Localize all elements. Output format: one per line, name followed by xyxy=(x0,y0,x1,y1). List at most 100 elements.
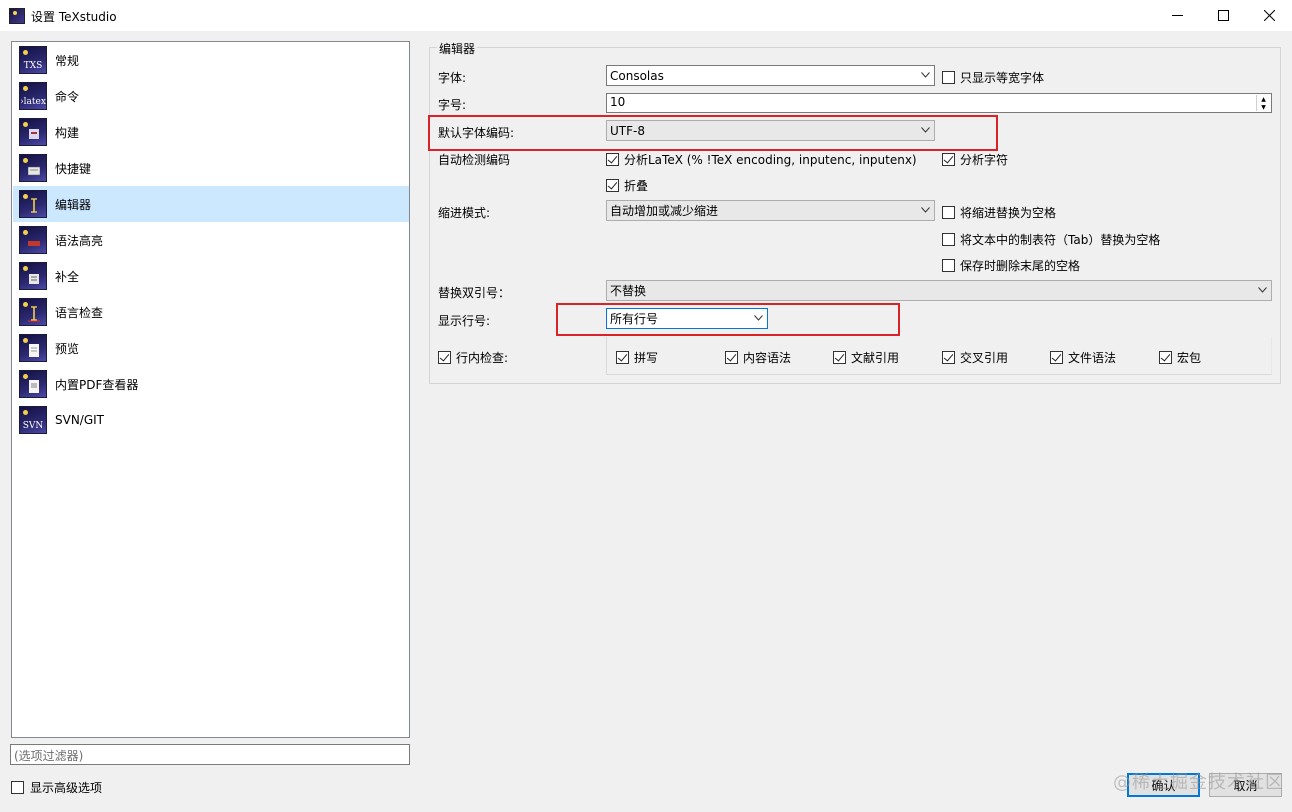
remove-trailing-label: 保存时删除末尾的空格 xyxy=(960,259,1081,273)
settings-category-list: TXS 常规 ›latex 命令 构建 快捷键 编辑器 语法高亮 补全 语言检查… xyxy=(11,41,410,738)
replace-indent-checkbox[interactable] xyxy=(942,206,955,219)
maximize-button[interactable] xyxy=(1200,0,1246,31)
inline-reference-label: 交叉引用 xyxy=(960,351,1009,365)
parse-chars-option[interactable]: 分析字符 xyxy=(942,151,1008,168)
inline-package-label: 宏包 xyxy=(1177,351,1202,365)
inline-citation-checkbox[interactable] xyxy=(833,351,846,364)
encoding-highlight-annotation xyxy=(428,115,998,151)
nav-item-preview[interactable]: 预览 xyxy=(13,330,409,366)
nav-item-svn-git[interactable]: SVN SVN/GIT xyxy=(13,402,409,438)
inline-citation-option[interactable]: 文献引用 xyxy=(833,349,899,366)
inline-spelling-option[interactable]: 拼写 xyxy=(616,349,658,366)
nav-item-completion[interactable]: 补全 xyxy=(13,258,409,294)
font-size-value: 10 xyxy=(610,95,626,109)
completion-icon xyxy=(19,262,47,290)
watermark: @稀土掘金技术社区 xyxy=(1113,772,1284,793)
nav-item-label: 构建 xyxy=(55,125,80,140)
inline-citation-label: 文献引用 xyxy=(851,351,900,365)
line-numbers-highlight-annotation xyxy=(556,303,900,336)
nav-item-commands[interactable]: ›latex 命令 xyxy=(13,78,409,114)
chevron-down-icon xyxy=(1258,287,1267,293)
font-size-spinbox[interactable]: 10 ▲ ▼ xyxy=(606,93,1272,113)
inline-spelling-checkbox[interactable] xyxy=(616,351,629,364)
nav-item-general[interactable]: TXS 常规 xyxy=(13,42,409,78)
chevron-down-icon xyxy=(921,72,930,78)
remove-trailing-checkbox[interactable] xyxy=(942,259,955,272)
nav-item-label: 语言检查 xyxy=(55,305,104,320)
minimize-button[interactable] xyxy=(1154,0,1200,31)
close-icon xyxy=(1263,10,1275,21)
inline-check-option[interactable]: 行内检查: xyxy=(438,349,508,366)
language-check-icon xyxy=(19,298,47,326)
indent-mode-combobox[interactable]: 自动增加或减少缩进 xyxy=(606,200,935,221)
font-size-label: 字号: xyxy=(438,98,467,112)
nav-item-label: 命令 xyxy=(55,89,80,104)
build-icon xyxy=(19,118,47,146)
options-filter-input[interactable]: (选项过滤器) xyxy=(10,744,410,765)
parse-chars-checkbox[interactable] xyxy=(942,153,955,166)
monospace-only-checkbox[interactable] xyxy=(942,71,955,84)
font-value: Consolas xyxy=(610,68,664,83)
nav-item-editor[interactable]: 编辑器 xyxy=(13,186,409,222)
nav-item-shortcuts[interactable]: 快捷键 xyxy=(13,150,409,186)
inline-grammar-option[interactable]: 内容语法 xyxy=(725,349,791,366)
nav-item-label: 补全 xyxy=(55,269,80,284)
nav-item-label: 语法高亮 xyxy=(55,233,104,248)
keyboard-icon xyxy=(19,154,47,182)
inline-reference-option[interactable]: 交叉引用 xyxy=(942,349,1008,366)
nav-item-label: SVN/GIT xyxy=(55,413,105,427)
inline-grammar-checkbox[interactable] xyxy=(725,351,738,364)
inline-reference-checkbox[interactable] xyxy=(942,351,955,364)
inline-check-checkbox[interactable] xyxy=(438,351,451,364)
monospace-only-label: 只显示等宽字体 xyxy=(960,71,1045,85)
fold-checkbox[interactable] xyxy=(606,179,619,192)
fold-option[interactable]: 折叠 xyxy=(606,177,648,194)
window-title: 设置 TeXstudio xyxy=(31,10,117,24)
inline-package-checkbox[interactable] xyxy=(1159,351,1172,364)
syntax-highlight-icon xyxy=(19,226,47,254)
replace-tabs-label: 将文本中的制表符（Tab）替换为空格 xyxy=(960,233,1161,247)
inline-grammar-label: 内容语法 xyxy=(743,351,792,365)
replace-tabs-option[interactable]: 将文本中的制表符（Tab）替换为空格 xyxy=(942,231,1160,248)
show-advanced-label: 显示高级选项 xyxy=(30,781,103,795)
replace-tabs-checkbox[interactable] xyxy=(942,233,955,246)
monospace-only-option[interactable]: 只显示等宽字体 xyxy=(942,69,1044,86)
indent-mode-value: 自动增加或减少缩进 xyxy=(610,204,719,218)
nav-item-pdf-viewer[interactable]: 内置PDF查看器 xyxy=(13,366,409,402)
parse-latex-checkbox[interactable] xyxy=(606,153,619,166)
close-button[interactable] xyxy=(1246,0,1292,31)
latex-icon: ›latex xyxy=(19,82,47,110)
replace-quotes-combobox[interactable]: 不替换 xyxy=(606,280,1272,301)
autodetect-encoding-label: 自动检测编码 xyxy=(438,153,511,167)
pdf-viewer-icon xyxy=(19,370,47,398)
inline-file-syntax-option[interactable]: 文件语法 xyxy=(1050,349,1116,366)
nav-item-label: 预览 xyxy=(55,341,80,356)
font-label: 字体: xyxy=(438,71,467,85)
chevron-down-icon xyxy=(921,207,930,213)
svn-icon: SVN xyxy=(19,406,47,434)
show-advanced-options[interactable]: 显示高级选项 xyxy=(11,779,102,796)
replace-quotes-label: 替换双引号： xyxy=(438,286,511,300)
inline-file-syntax-label: 文件语法 xyxy=(1068,351,1117,365)
filter-placeholder: (选项过滤器) xyxy=(14,749,84,763)
font-combobox[interactable]: Consolas xyxy=(606,65,935,86)
nav-item-label: 常规 xyxy=(55,53,80,68)
replace-indent-option[interactable]: 将缩进替换为空格 xyxy=(942,204,1056,221)
remove-trailing-option[interactable]: 保存时删除末尾的空格 xyxy=(942,257,1080,274)
nav-item-language-check[interactable]: 语言检查 xyxy=(13,294,409,330)
spin-up-icon[interactable]: ▲ xyxy=(1257,95,1270,103)
parse-latex-label: 分析LaTeX (% !TeX encoding, inputenc, inpu… xyxy=(624,153,917,167)
inline-package-option[interactable]: 宏包 xyxy=(1159,349,1201,366)
nav-item-syntax-highlight[interactable]: 语法高亮 xyxy=(13,222,409,258)
show-advanced-checkbox[interactable] xyxy=(11,781,24,794)
inline-check-label: 行内检查: xyxy=(456,351,509,365)
fold-label: 折叠 xyxy=(624,179,649,193)
parse-latex-option[interactable]: 分析LaTeX (% !TeX encoding, inputenc, inpu… xyxy=(606,151,917,168)
indent-mode-label: 缩进模式: xyxy=(438,206,491,220)
nav-item-build[interactable]: 构建 xyxy=(13,114,409,150)
txs-icon: TXS xyxy=(19,46,47,74)
inline-file-syntax-checkbox[interactable] xyxy=(1050,351,1063,364)
parse-chars-label: 分析字符 xyxy=(960,153,1009,167)
spin-down-icon[interactable]: ▼ xyxy=(1257,103,1270,111)
maximize-icon xyxy=(1217,10,1229,21)
